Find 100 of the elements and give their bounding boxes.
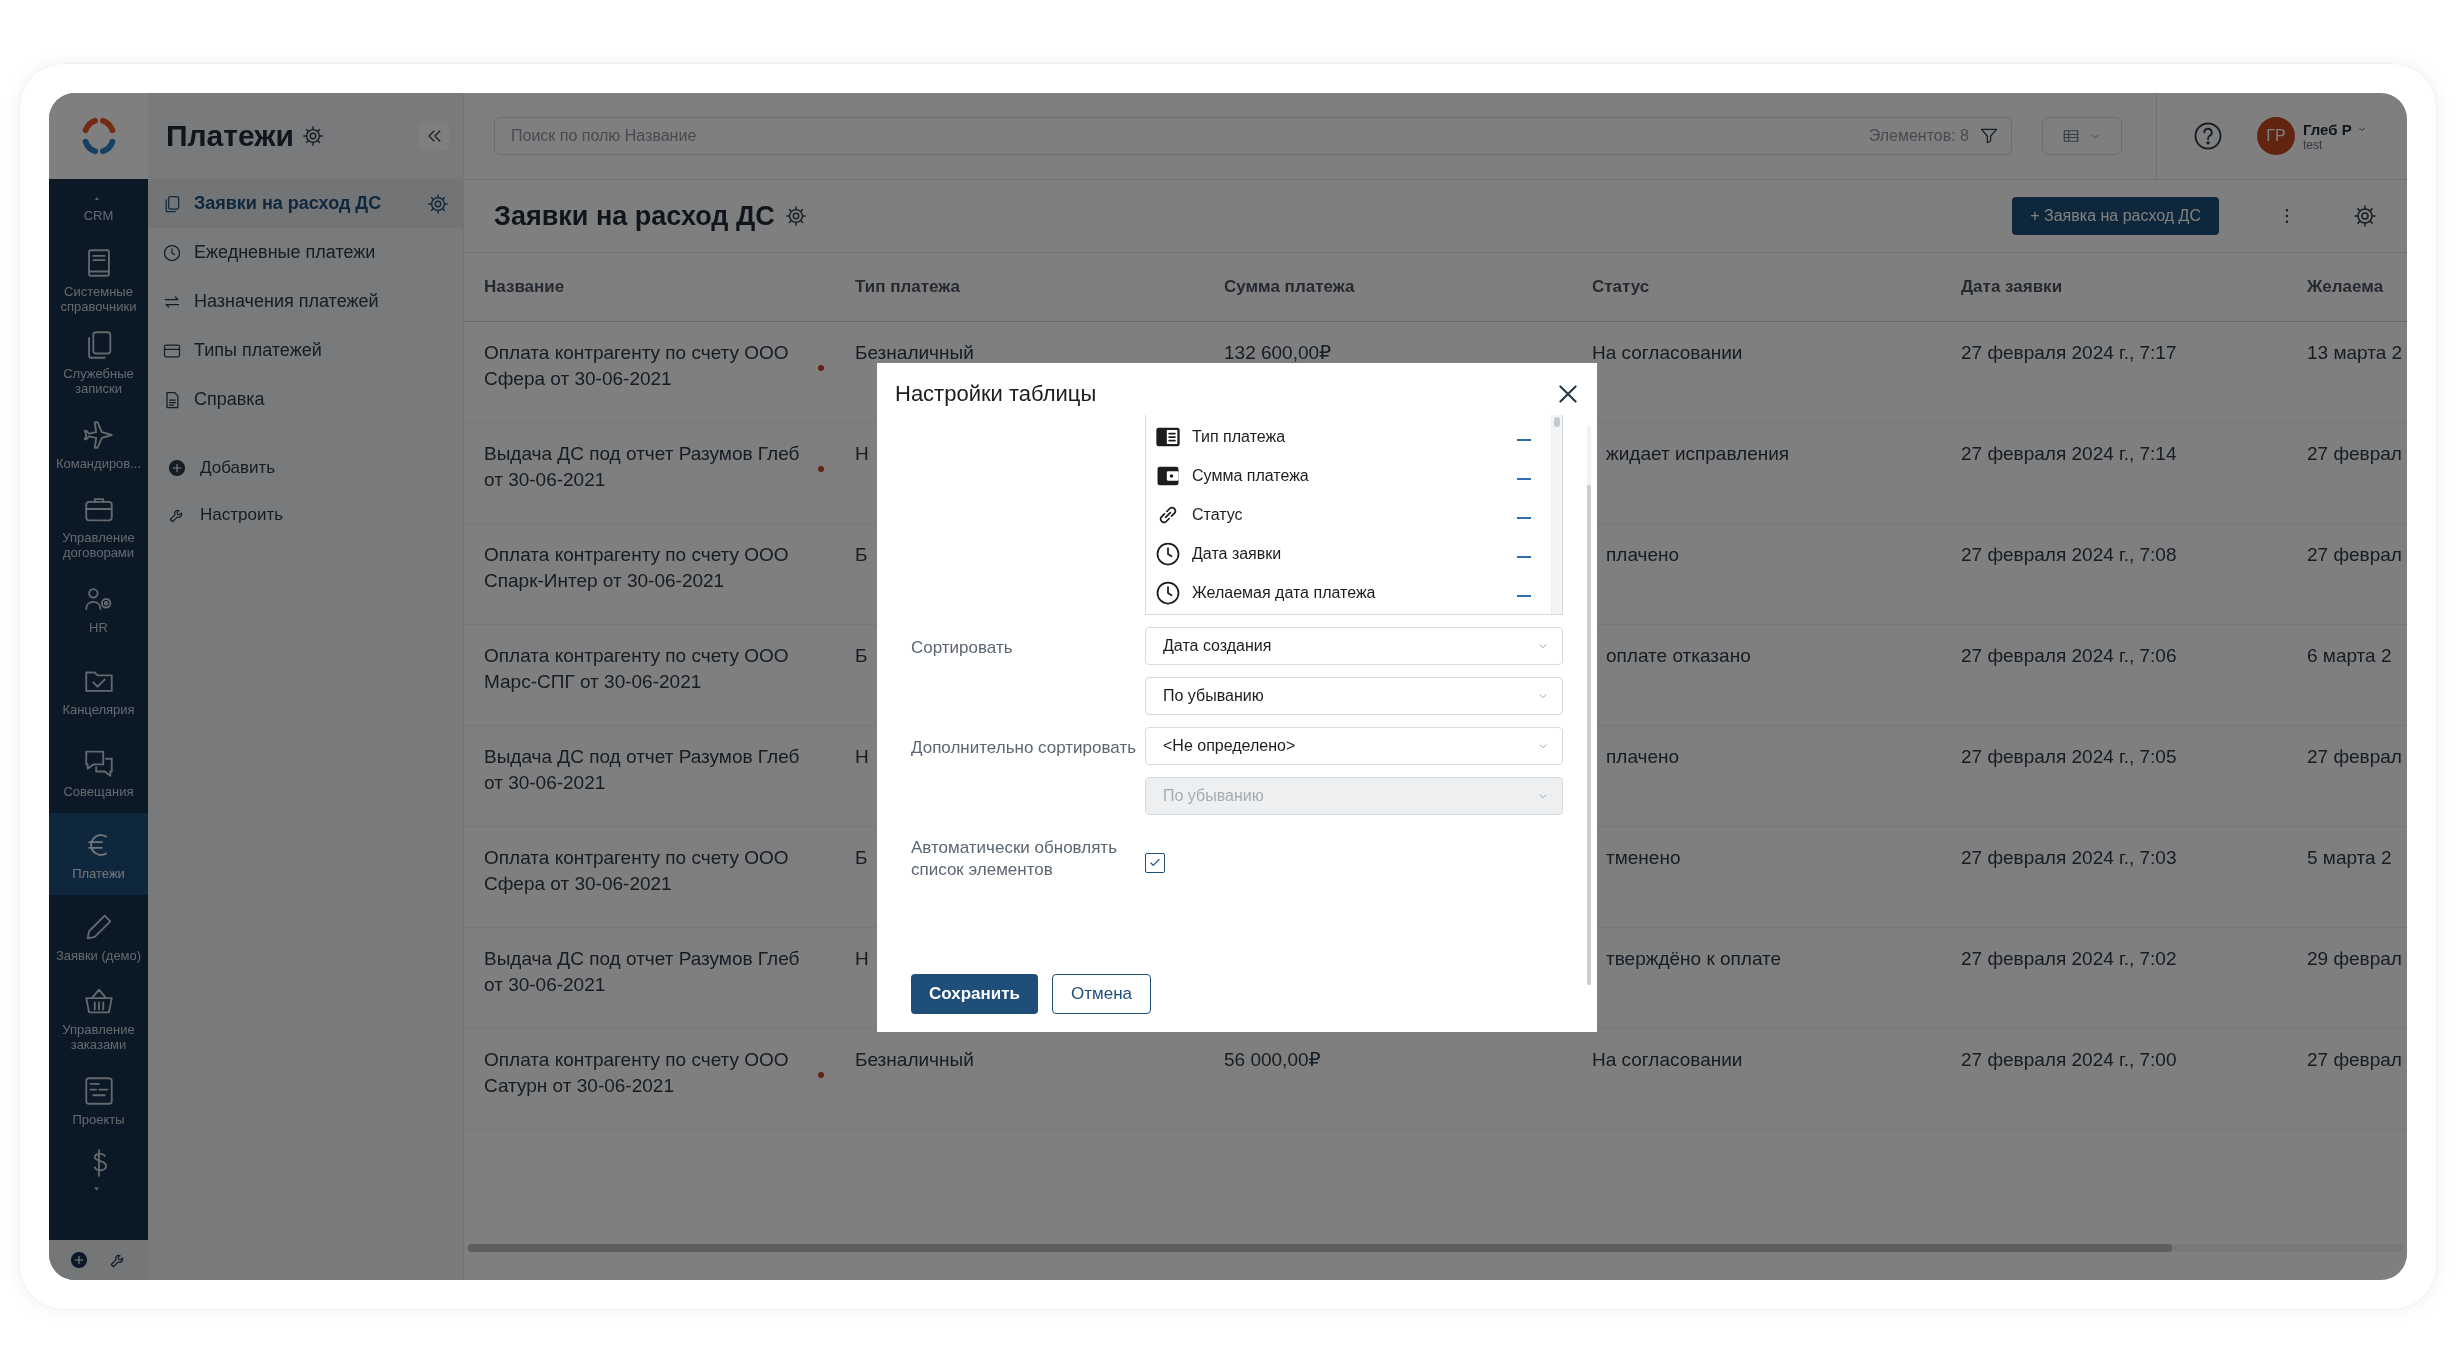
table-cell-text: Н bbox=[855, 442, 869, 466]
table-cell-text: Н bbox=[855, 947, 869, 971]
minus-icon[interactable] bbox=[1517, 438, 1531, 441]
dropdown[interactable]: Дата создания bbox=[1145, 627, 1563, 665]
field-label: Автоматически обновлять список элементов bbox=[911, 837, 1118, 881]
table-cell-text: 27 феврал bbox=[2307, 745, 2402, 769]
table-cell-text: 27 февраля 2024 г., 7:14 bbox=[1961, 442, 2177, 466]
item-count: Элементов: 8 bbox=[1868, 127, 1969, 145]
table-cell-text: 132 600,00₽ bbox=[1224, 341, 1332, 365]
save-button[interactable]: Сохранить bbox=[911, 974, 1039, 1014]
rail-item[interactable]: Служебные записки bbox=[49, 321, 148, 403]
panel-title: Платежи bbox=[166, 119, 294, 153]
rail-item[interactable]: Управление договорами bbox=[49, 485, 148, 567]
search-bar[interactable]: Поиск по полю Название Элементов: 8 bbox=[494, 117, 2012, 155]
table-cell-text: Оплата контрагенту по счету ООО Сфера от 30-06-2021 bbox=[484, 341, 790, 391]
column-header[interactable]: Статус bbox=[1592, 277, 1961, 297]
help-icon[interactable] bbox=[2193, 121, 2223, 151]
collapse-button[interactable] bbox=[419, 121, 449, 151]
rail-item[interactable]: Платежи bbox=[49, 813, 148, 895]
table-cell-text: На согласовании bbox=[1592, 341, 1743, 365]
table-cell-text: плачено bbox=[1605, 543, 1680, 567]
scrollbar[interactable] bbox=[468, 1244, 2403, 1252]
table-cell-text: Безналичный bbox=[855, 341, 974, 365]
column-name: Сумма платежа bbox=[1192, 466, 1309, 485]
column-name: Дата заявки bbox=[1192, 544, 1282, 563]
column-header[interactable]: Дата заявки bbox=[1961, 277, 2307, 297]
settings-icon[interactable] bbox=[784, 205, 807, 227]
table-cell-text: оплате отказано bbox=[1605, 644, 1751, 668]
table-cell-text: тменено bbox=[1605, 846, 1681, 870]
minus-icon[interactable] bbox=[1517, 477, 1531, 480]
settings-icon[interactable] bbox=[427, 192, 449, 215]
field-label: Сортировать bbox=[911, 637, 1014, 659]
column-name: Статус bbox=[1192, 505, 1243, 524]
table-cell-text: 13 марта 2 bbox=[2307, 341, 2403, 365]
nav-item[interactable]: Назначения платежей bbox=[148, 277, 463, 326]
table-cell-text: На согласовании bbox=[1592, 1048, 1743, 1072]
table-cell-text: плачено bbox=[1605, 745, 1680, 769]
table-icon bbox=[2062, 127, 2080, 145]
table-cell-text: Выдача ДС под отчет Разумов Глеб от 30-06-2021 bbox=[484, 442, 801, 492]
search-field[interactable]: Поиск по полю Название bbox=[509, 126, 1859, 146]
column-name: Тип платежа bbox=[1192, 427, 1286, 446]
rail-item[interactable]: CRM bbox=[49, 179, 148, 239]
table-cell-text: Безналичный bbox=[855, 1048, 974, 1072]
rail-item[interactable]: HR bbox=[49, 567, 148, 649]
table-cell-text: 29 феврал bbox=[2307, 947, 2402, 971]
column-header[interactable]: Сумма платежа bbox=[1224, 277, 1592, 297]
rail-item[interactable]: Совещания bbox=[49, 731, 148, 813]
rail-item[interactable]: Проекты bbox=[49, 1059, 148, 1141]
dropdown[interactable]: По убыванию bbox=[1145, 677, 1563, 715]
rail-item[interactable]: Командиров... bbox=[49, 403, 148, 485]
table-cell-text: Оплата контрагенту по счету ООО Сфера от 30-06-2021 bbox=[484, 846, 790, 896]
table-cell-text: тверждёно к оплате bbox=[1605, 947, 1782, 971]
table-cell-text: 27 февраля 2024 г., 7:03 bbox=[1961, 846, 2177, 870]
nav-item[interactable]: Справка bbox=[148, 375, 463, 424]
nav-item[interactable]: Ежедневные платежи bbox=[148, 228, 463, 277]
table-cell-text: Оплата контрагенту по счету ООО Сатурн от 30-06-2021 bbox=[484, 1048, 790, 1098]
minus-icon[interactable] bbox=[1517, 516, 1531, 519]
rail-item[interactable]: Управление заказами bbox=[49, 977, 148, 1059]
table-cell-text: 27 февраля 2024 г., 7:00 bbox=[1961, 1048, 2177, 1072]
nav-item[interactable]: Заявки на расход ДС bbox=[148, 179, 463, 228]
column-header[interactable]: Название bbox=[484, 277, 855, 297]
table-cell-text: Выдача ДС под отчет Разумов Глеб от 30-06-2021 bbox=[484, 947, 801, 997]
nav-item[interactable]: Типы платежей bbox=[148, 326, 463, 375]
table-cell-text: 27 феврал bbox=[2307, 543, 2402, 567]
column-header[interactable]: Желаема bbox=[2307, 277, 2407, 297]
table-cell-text: Оплата контрагенту по счету ООО Спарк-Интер от 30-06-2021 bbox=[484, 543, 790, 593]
action-link[interactable]: Добавить bbox=[148, 444, 463, 491]
scrollbar[interactable] bbox=[1551, 415, 1562, 614]
add-icon[interactable] bbox=[69, 1251, 88, 1269]
rail-item[interactable]: Канцелярия bbox=[49, 649, 148, 731]
create-button[interactable]: + Заявка на расход ДС bbox=[2012, 197, 2219, 235]
cancel-button[interactable]: Отмена bbox=[1052, 974, 1152, 1014]
rail-item[interactable]: Заявки (демо) bbox=[49, 895, 148, 977]
add-icon bbox=[168, 458, 186, 477]
column-name: Желаемая дата платежа bbox=[1192, 583, 1376, 602]
minus-icon[interactable] bbox=[1517, 594, 1531, 597]
scrollbar[interactable] bbox=[1587, 425, 1591, 985]
rail-item[interactable]: Системные справочники bbox=[49, 239, 148, 321]
filter-icon[interactable] bbox=[1979, 126, 1999, 146]
clock-icon bbox=[162, 242, 182, 263]
checkbox[interactable] bbox=[1145, 853, 1165, 873]
action-link[interactable]: Настроить bbox=[148, 491, 463, 538]
table-cell-text: 27 февраля 2024 г., 7:08 bbox=[1961, 543, 2177, 567]
minus-icon[interactable] bbox=[1517, 555, 1531, 558]
view-button[interactable] bbox=[2042, 117, 2122, 155]
settings-icon[interactable] bbox=[302, 125, 324, 147]
table-cell-text: Выдача ДС под отчет Разумов Глеб от 30-06-2021 bbox=[484, 745, 801, 795]
table-cell-text: жидает исправления bbox=[1605, 442, 1790, 466]
table-cell-text: 27 феврал bbox=[2307, 1048, 2402, 1072]
table-cell-text: 6 марта 2 bbox=[2307, 644, 2392, 668]
table-cell-text: 27 феврал bbox=[2307, 442, 2402, 466]
user-login: test bbox=[2303, 137, 2324, 152]
table-cell-text: Оплата контрагенту по счету ООО Марс-СПГ от 30-06-2021 bbox=[484, 644, 790, 694]
user-name[interactable]: Глеб Р bbox=[2303, 120, 2368, 138]
column-header[interactable]: Тип платежа bbox=[855, 277, 1224, 297]
dialog-title: Настройки таблицы bbox=[895, 381, 1097, 407]
avatar[interactable]: ГР bbox=[2257, 117, 2295, 155]
settings-icon[interactable] bbox=[2353, 204, 2377, 228]
dropdown[interactable]: <Не определено> bbox=[1145, 727, 1563, 765]
table-cell-text: Б bbox=[855, 644, 868, 668]
